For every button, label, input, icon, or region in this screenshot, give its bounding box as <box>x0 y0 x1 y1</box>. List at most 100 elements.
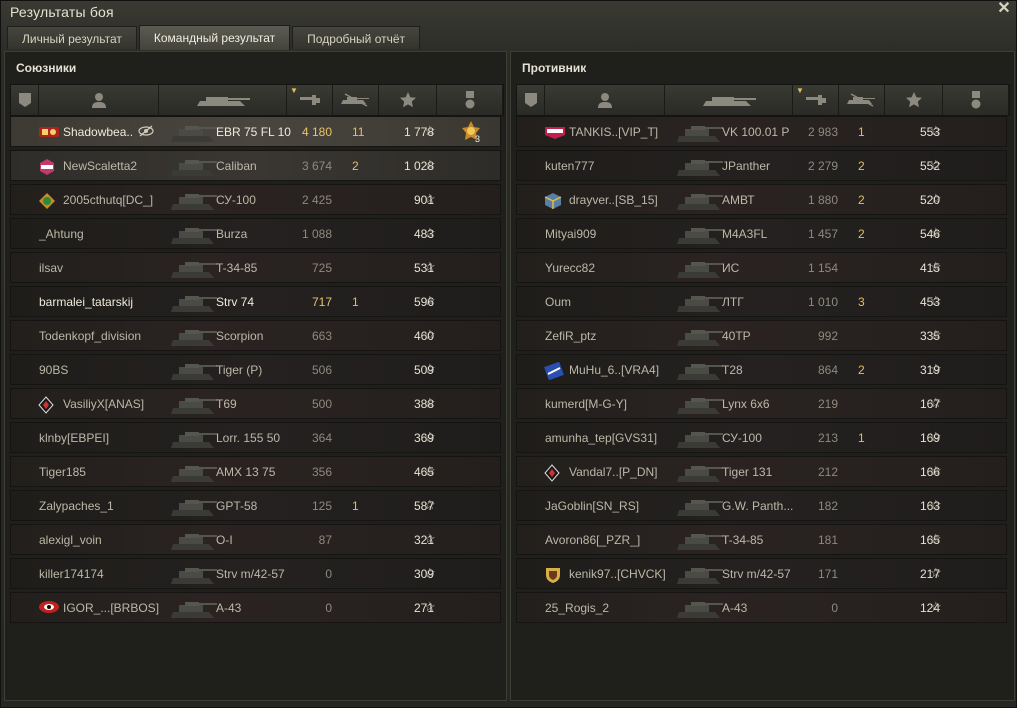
tank-icon <box>675 561 723 592</box>
player-row[interactable]: Todenkopf_division Scorpion 663 460 ☆ <box>10 320 501 351</box>
player-row[interactable]: 25_Rogis_2 А-43 0 124 ☆ <box>516 592 1007 623</box>
damage-value: 356 <box>311 465 332 479</box>
player-row[interactable]: kenik97..[CHVCK] Strv m/42-57 171 217 ☆ <box>516 558 1007 589</box>
player-name[interactable]: Shadowbea.. <box>63 125 133 139</box>
player-row[interactable]: 90BS Tiger (P) 506 509 ☆ <box>10 354 501 385</box>
player-row[interactable]: Oum ЛТГ 1 010 3 453 ☆ <box>516 286 1007 317</box>
player-name[interactable]: kenik97..[CHVCK] <box>569 567 666 581</box>
player-row[interactable]: killer174174 Strv m/42-57 0 309 ☆ <box>10 558 501 589</box>
player-name[interactable]: 25_Rogis_2 <box>545 601 609 615</box>
clan-badge-green-icon <box>38 192 56 209</box>
player-row[interactable]: VasiliyX[ANAS] T69 500 388 ☆ <box>10 388 501 419</box>
player-name[interactable]: amunha_tep[GVS31] <box>545 431 657 445</box>
column-header-tank[interactable] <box>665 85 793 115</box>
player-name[interactable]: klnby[EBPEI] <box>39 431 109 445</box>
player-row[interactable]: ilsav T-34-85 725 531 ☆ <box>10 252 501 283</box>
player-row[interactable]: kumerd[M-G-Y] Lynx 6x6 219 167 ☆ <box>516 388 1007 419</box>
player-name[interactable]: NewScaletta2 <box>63 159 137 173</box>
player-name[interactable]: killer174174 <box>39 567 104 581</box>
player-name[interactable]: Tiger185 <box>39 465 86 479</box>
player-name[interactable]: Vandal7..[P_DN] <box>569 465 658 479</box>
player-row[interactable]: barmalei_tatarskij Strv 74 717 1 596 ☆ <box>10 286 501 317</box>
column-header-frags[interactable] <box>839 85 885 115</box>
player-row[interactable]: kuten777 JPanther 2 279 2 552 ☆ <box>516 150 1007 181</box>
player-name[interactable]: JaGoblin[SN_RS] <box>545 499 639 513</box>
column-header-frags[interactable] <box>333 85 379 115</box>
player-row[interactable]: MuHu_6..[VRA4] T28 864 2 319 ☆ <box>516 354 1007 385</box>
player-row[interactable]: Shadowbea.. EBR 75 FL 10 4 180 11 1 778 ☆ 3 <box>10 116 501 147</box>
player-name[interactable]: kuten777 <box>545 159 594 173</box>
player-name[interactable]: Oum <box>545 295 571 309</box>
column-header-damage[interactable]: ▼ <box>793 85 839 115</box>
tab-detailed-report[interactable]: Подробный отчёт <box>292 26 421 49</box>
player-row[interactable]: Zalypaches_1 GPT-58 125 1 587 ☆ <box>10 490 501 521</box>
player-row[interactable]: ZefiR_ptz 40TP 992 335 ☆ <box>516 320 1007 351</box>
player-row[interactable]: Mityai909 M4A3FL 1 457 2 546 ☆ <box>516 218 1007 249</box>
player-row[interactable]: NewScaletta2 Caliban 3 674 2 1 028 ☆ <box>10 150 501 181</box>
column-header-medal[interactable] <box>437 85 503 115</box>
player-name[interactable]: 2005cthutq[DC_] <box>63 193 153 207</box>
player-name[interactable]: 90BS <box>39 363 68 377</box>
player-name[interactable]: Todenkopf_division <box>39 329 141 343</box>
tank-icon <box>194 92 252 108</box>
player-name[interactable]: Yurecc82 <box>545 261 595 275</box>
column-header-tank[interactable] <box>159 85 287 115</box>
tab-team-result[interactable]: Командный результат <box>138 25 291 50</box>
player-name[interactable]: ZefiR_ptz <box>545 329 596 343</box>
player-row[interactable]: drayver..[SB_15] АМВТ 1 880 2 520 ☆ <box>516 184 1007 215</box>
player-row[interactable]: Yurecc82 ИС 1 154 415 ☆ <box>516 252 1007 283</box>
player-name[interactable]: drayver..[SB_15] <box>569 193 658 207</box>
player-name[interactable]: Zalypaches_1 <box>39 499 114 513</box>
vehicle-name: T69 <box>216 397 237 411</box>
player-name[interactable]: ilsav <box>39 261 63 275</box>
player-row[interactable]: amunha_tep[GVS31] СУ-100 213 1 169 ☆ <box>516 422 1007 453</box>
damage-value: 125 <box>311 499 332 513</box>
player-name[interactable]: TANKIS..[VIP_T] <box>569 125 658 139</box>
xp-star-icon: ☆ <box>424 327 436 342</box>
xp-star-icon <box>399 92 416 108</box>
player-name[interactable]: VasiliyX[ANAS] <box>63 397 144 411</box>
vehicle-name: Strv m/42-57 <box>216 567 285 581</box>
column-header-squad[interactable] <box>517 85 545 115</box>
player-row[interactable]: Tiger185 AMX 13 75 356 465 ☆ <box>10 456 501 487</box>
allies-rows: Shadowbea.. EBR 75 FL 10 4 180 11 1 778 ☆ 3 New… <box>10 116 501 626</box>
column-header-xp-star[interactable] <box>885 85 943 115</box>
column-header-damage[interactable]: ▼ <box>287 85 333 115</box>
player-row[interactable]: Vandal7..[P_DN] Tiger 131 212 166 ☆ <box>516 456 1007 487</box>
tank-icon <box>675 493 723 524</box>
player-row[interactable]: Avoron86[_PZR_] T-34-85 181 165 ☆ <box>516 524 1007 555</box>
player-name[interactable]: IGOR_...[BRBOS] <box>63 601 159 615</box>
player-name[interactable]: kumerd[M-G-Y] <box>545 397 627 411</box>
column-header-squad[interactable] <box>11 85 39 115</box>
player-name[interactable]: alexigl_voin <box>39 533 102 547</box>
player-row[interactable]: TANKIS..[VIP_T] VK 100.01 P2 983 1 553 ☆ <box>516 116 1007 147</box>
column-header-player[interactable] <box>545 85 665 115</box>
player-name[interactable]: barmalei_tatarskij <box>39 295 133 309</box>
frags-value: 2 <box>858 193 865 207</box>
column-header-medal[interactable] <box>943 85 1009 115</box>
player-name[interactable]: Mityai909 <box>545 227 596 241</box>
player-name[interactable]: _Ahtung <box>39 227 84 241</box>
column-header-xp-star[interactable] <box>379 85 437 115</box>
player-row[interactable]: IGOR_...[BRBOS] А-43 0 271 ☆ <box>10 592 501 623</box>
column-header-player[interactable] <box>39 85 159 115</box>
xp-star-icon: ☆ <box>930 531 942 546</box>
frags-value: 3 <box>858 295 865 309</box>
player-row[interactable]: klnby[EBPEI] Lorr. 155 50 364 369 ☆ <box>10 422 501 453</box>
vehicle-name: T28 <box>722 363 743 377</box>
damage-value: 1 154 <box>807 261 838 275</box>
player-row[interactable]: alexigl_voin О-I 87 321 ☆ <box>10 524 501 555</box>
damage-value: 219 <box>817 397 838 411</box>
clan-badge-diamond-icon <box>38 396 56 414</box>
close-icon[interactable]: ✕ <box>996 1 1012 17</box>
player-row[interactable]: 2005cthutq[DC_] СУ-100 2 425 901 ☆ <box>10 184 501 215</box>
tank-icon <box>169 289 217 320</box>
player-name[interactable]: MuHu_6..[VRA4] <box>569 363 659 377</box>
player-row[interactable]: _Ahtung Burza 1 088 483 ☆ <box>10 218 501 249</box>
tab-personal-result[interactable]: Личный результат <box>7 26 137 49</box>
player-row[interactable]: JaGoblin[SN_RS] G.W. Panth... 182 163 ☆ <box>516 490 1007 521</box>
vehicle-name: ЛТГ <box>722 295 744 309</box>
xp-star-icon: ☆ <box>424 429 436 444</box>
tank-icon <box>169 561 217 592</box>
player-name[interactable]: Avoron86[_PZR_] <box>545 533 640 547</box>
